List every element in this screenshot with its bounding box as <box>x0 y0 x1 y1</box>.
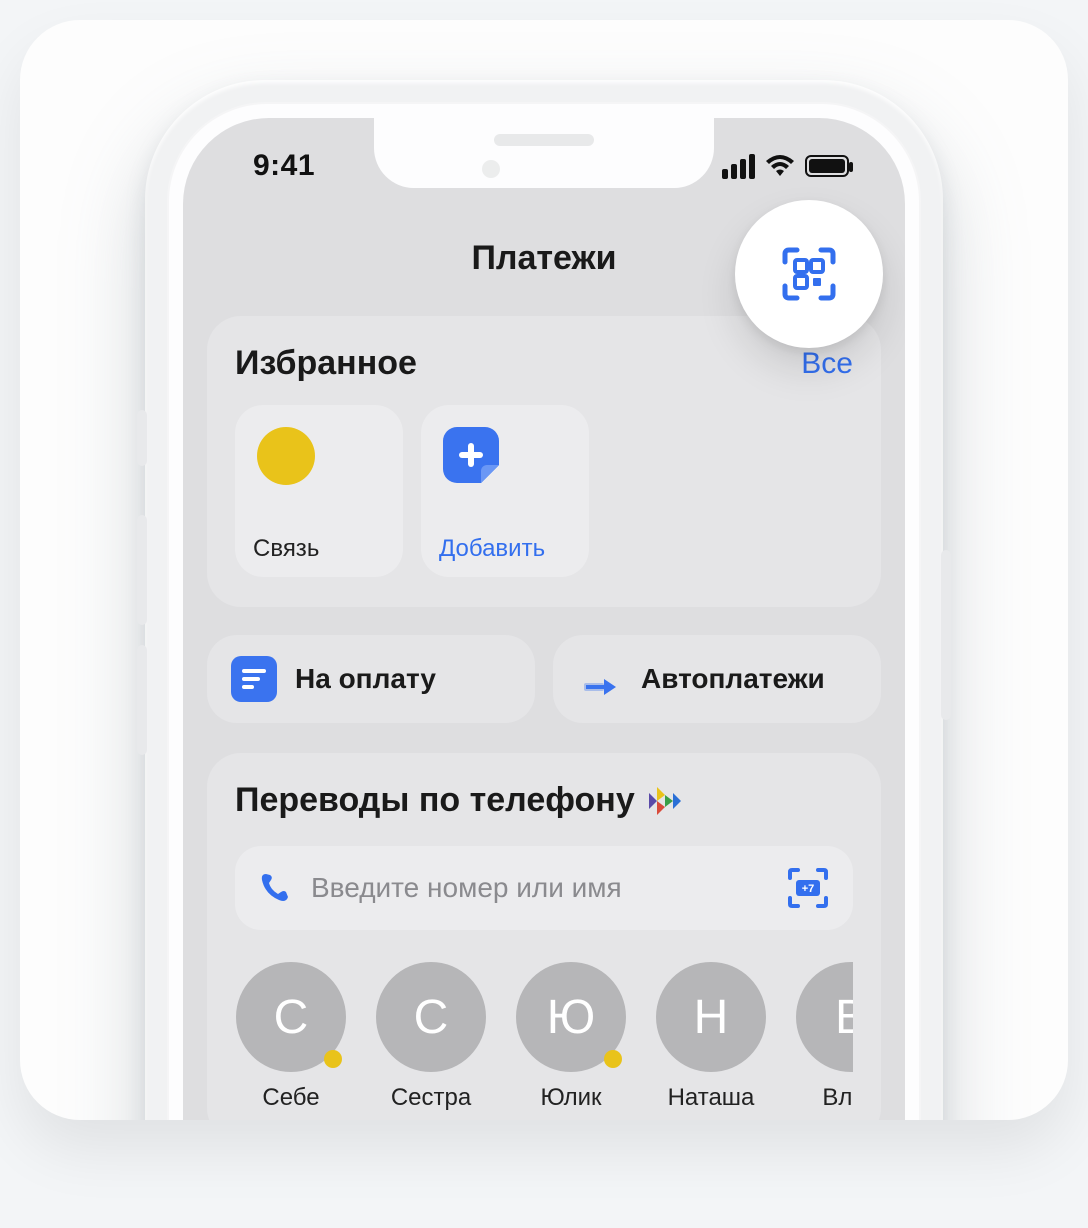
qr-scan-icon <box>779 244 839 304</box>
status-time: 9:41 <box>253 149 315 183</box>
phone-camera <box>482 160 500 178</box>
phone-search-input[interactable]: Введите номер или имя +7 <box>235 846 853 930</box>
phone-volume-down <box>137 645 147 755</box>
phone-bezel: 9:41 Платежи <box>167 102 921 1120</box>
svg-text:+7: +7 <box>802 883 815 895</box>
page-title: Платежи <box>471 239 616 278</box>
contact-name: Себе <box>262 1084 319 1112</box>
favorite-tile-add[interactable]: Добавить <box>421 405 589 577</box>
contact-name: Юлик <box>540 1084 601 1112</box>
status-dot <box>604 1050 622 1068</box>
favorite-add-label: Добавить <box>439 535 571 563</box>
wifi-icon <box>765 155 795 177</box>
phone-notch <box>374 118 714 188</box>
favorites-all-link[interactable]: Все <box>801 347 853 381</box>
favorites-title: Избранное <box>235 344 417 383</box>
favorites-card: Избранное Все Связь Добавить <box>207 316 881 607</box>
phone-mute-switch <box>137 410 147 466</box>
promo-canvas: 9:41 Платежи <box>20 20 1068 1120</box>
phone-speaker <box>494 134 594 146</box>
avatar: С <box>236 962 346 1072</box>
contact-name: Наташа <box>668 1084 755 1112</box>
sbp-logo-icon <box>649 787 681 815</box>
search-placeholder: Введите номер или имя <box>311 872 767 904</box>
avatar: С <box>376 962 486 1072</box>
qr-scan-button[interactable] <box>735 200 883 348</box>
contact-name: Сестра <box>391 1084 471 1112</box>
provider-icon <box>257 427 315 485</box>
scan-number-icon: +7 <box>786 866 830 910</box>
contact-item[interactable]: Ю Юлик <box>515 962 627 1112</box>
phone-power-button <box>941 550 951 720</box>
cellular-icon <box>722 154 755 179</box>
contact-item[interactable]: С Сестра <box>375 962 487 1112</box>
contact-item[interactable]: В Влад <box>795 962 853 1112</box>
favorite-tile-svyaz[interactable]: Связь <box>235 405 403 577</box>
transfers-title: Переводы по телефону <box>235 781 635 820</box>
battery-icon <box>805 155 849 177</box>
phone-frame: 9:41 Платежи <box>145 80 943 1120</box>
contact-item[interactable]: С Себе <box>235 962 347 1112</box>
phone-icon <box>257 870 293 906</box>
status-dot <box>324 1050 342 1068</box>
autopayments-label: Автоплатежи <box>641 663 825 695</box>
autopayments-button[interactable]: Автоплатежи <box>553 635 881 723</box>
contacts-row: С Себе С Сестра Ю Юлик Н Наташа В Влад <box>235 962 853 1112</box>
screen-header: Платежи <box>183 218 905 298</box>
plus-icon <box>443 427 499 483</box>
receipt-icon <box>231 656 277 702</box>
favorite-label: Связь <box>253 535 385 563</box>
contact-item[interactable]: Н Наташа <box>655 962 767 1112</box>
avatar: Ю <box>516 962 626 1072</box>
avatar: Н <box>656 962 766 1072</box>
phone-volume-up <box>137 515 147 625</box>
for-payment-label: На оплату <box>295 663 436 695</box>
contact-name: Влад <box>822 1084 853 1112</box>
autopay-icon <box>577 656 623 702</box>
for-payment-button[interactable]: На оплату <box>207 635 535 723</box>
phone-screen: 9:41 Платежи <box>183 118 905 1120</box>
scan-number-button[interactable]: +7 <box>785 865 831 911</box>
quick-actions-row: На оплату Автоплатежи <box>207 635 881 723</box>
transfers-card: Переводы по телефону Вв <box>207 753 881 1120</box>
avatar: В <box>796 962 853 1072</box>
